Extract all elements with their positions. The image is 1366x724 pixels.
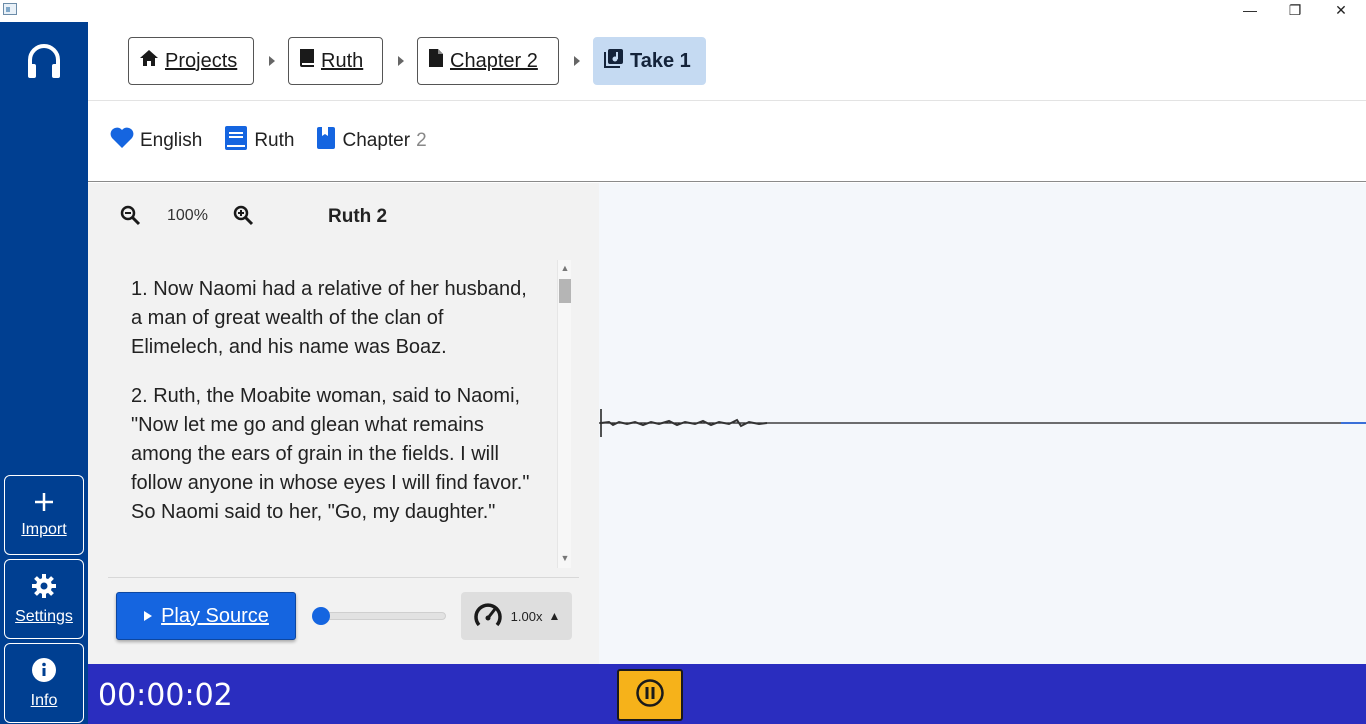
chapter-info: Chapter 2 [316,126,427,156]
recording-timer: 00:00:02 [98,678,233,713]
info-icon [31,657,57,688]
playback-speed-button[interactable]: 1.00x ▲ [461,592,572,640]
zoom-in-button[interactable] [233,205,255,232]
zoom-out-button[interactable] [120,205,142,232]
chapter-number: 2 [416,130,427,151]
home-icon [139,49,159,73]
close-button[interactable]: ✕ [1318,0,1364,20]
breadcrumb-book[interactable]: Ruth [288,37,383,85]
breadcrumb-take[interactable]: Take 1 [593,37,706,85]
pause-button[interactable] [617,669,683,721]
breadcrumb-projects-label: Projects [165,49,238,72]
gear-icon [31,573,57,604]
breadcrumb-book-label: Ruth [321,49,364,72]
plus-icon [34,492,54,517]
play-source-label: Play Source [161,604,269,627]
settings-label: Settings [15,607,73,625]
window-title-bar: — ❐ ✕ [0,0,1366,22]
chapter-label: Chapter [342,130,411,151]
scroll-up-icon[interactable]: ▲ [560,263,570,273]
minimize-button[interactable]: — [1227,0,1273,20]
book-info: Ruth [224,125,294,157]
document-icon [428,48,444,74]
zoom-out-icon [120,205,142,231]
book-icon [299,48,315,74]
play-source-button[interactable]: Play Source [116,592,296,640]
scroll-down-icon[interactable]: ▼ [560,553,570,563]
source-title: Ruth 2 [328,206,388,227]
verse-text: 2. Ruth, the Moabite woman, said to Naom… [131,385,530,523]
import-button[interactable]: Import [4,475,84,555]
waveform-graphic [599,409,1366,437]
app-icon [3,3,17,15]
caret-up-icon: ▲ [548,609,561,623]
headphones-icon [26,42,62,82]
zoom-level: 100% [167,207,208,224]
verse-text: 1. Now Naomi had a relative of her husba… [131,278,527,358]
import-label: Import [21,520,67,538]
breadcrumb-take-label: Take 1 [630,49,691,72]
audio-take-icon [604,48,624,74]
breadcrumb-chapter-label: Chapter 2 [450,49,538,72]
bookmark-icon [316,126,342,156]
language-info: English [110,127,202,155]
chevron-right-icon [269,56,275,66]
project-info-bar: English Ruth Chapter 2 [88,101,1366,182]
scroll-thumb[interactable] [559,279,571,303]
playback-speed-value: 1.00x [510,608,543,624]
breadcrumb-chapter[interactable]: Chapter 2 [417,37,559,85]
zoom-in-icon [233,205,255,231]
recording-bar: 00:00:02 [88,664,1366,724]
source-text-panel: 100% Ruth 2 1. Now Naomi had a relative … [88,183,599,664]
source-text: 1. Now Naomi had a relative of her husba… [131,275,541,565]
info-button[interactable]: Info [4,643,84,723]
chevron-right-icon [574,56,580,66]
info-label: Info [30,691,58,709]
breadcrumb-projects[interactable]: Projects [128,37,254,85]
sidebar: Import Settings Info [0,22,88,724]
book-icon [224,125,254,157]
speedometer-icon [473,601,511,632]
chevron-right-icon [398,56,404,66]
waveform-area[interactable] [599,183,1366,664]
source-scrollbar[interactable]: ▲ ▼ [557,260,571,568]
maximize-button[interactable]: ❐ [1272,0,1318,20]
book-label: Ruth [254,130,295,151]
play-icon [143,605,153,628]
playback-slider-thumb[interactable] [312,607,330,625]
pause-icon [635,678,665,713]
language-label: English [140,130,203,151]
heart-icon [110,127,140,155]
breadcrumb: Projects Ruth Chapter 2 Take 1 [88,22,1366,101]
divider [108,577,579,578]
settings-button[interactable]: Settings [4,559,84,639]
playback-slider[interactable] [316,612,446,620]
